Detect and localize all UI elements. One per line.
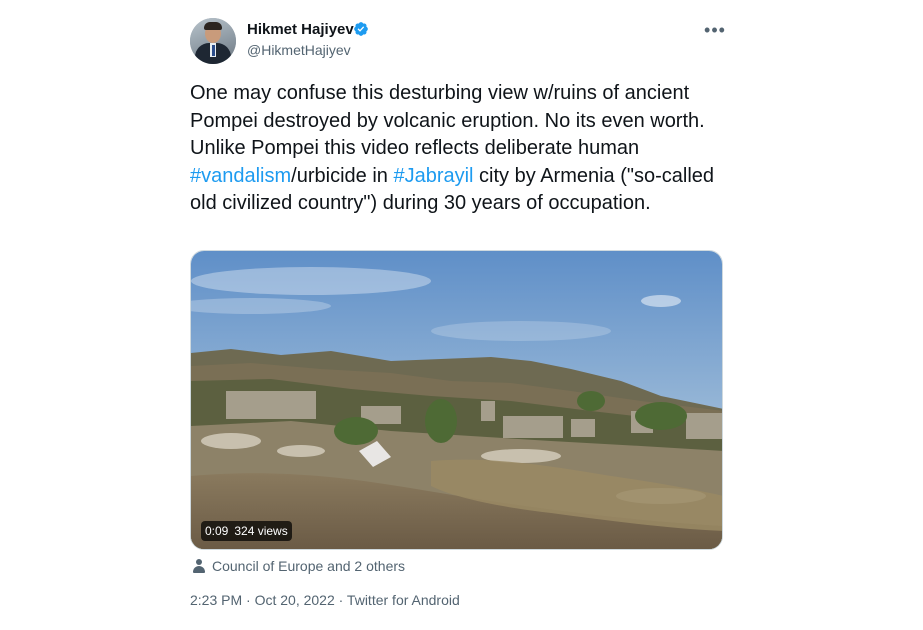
person-icon	[193, 559, 205, 573]
video-frame	[191, 251, 722, 549]
hashtag-link[interactable]: #Jabrayil	[393, 165, 473, 187]
tweet-text-part: One may confuse this desturbing view w/r…	[190, 82, 705, 159]
video-player[interactable]: 0:09 324 views	[190, 250, 723, 550]
tagged-users-label[interactable]: Council of Europe and 2 others	[212, 557, 405, 575]
hashtag-link[interactable]: #vandalism	[190, 165, 291, 187]
video-stats: 0:09 324 views	[201, 521, 292, 541]
more-icon[interactable]: •••	[703, 21, 727, 42]
author-name[interactable]: Hikmet Hajiyev	[247, 21, 354, 39]
tweet-text: One may confuse this desturbing view w/r…	[190, 80, 735, 218]
tagged-users[interactable]: Council of Europe and 2 others	[193, 557, 405, 575]
video-duration: 0:09	[205, 524, 229, 538]
tweet-text-part: /urbicide in	[291, 164, 394, 187]
video-views: 324 views	[234, 524, 288, 538]
avatar[interactable]	[190, 18, 236, 64]
tweet[interactable]: Hikmet Hajiyev @HikmetHajiyev ••• One ma…	[0, 0, 923, 630]
tweet-meta[interactable]: 2:23 PM · Oct 20, 2022 · Twitter for And…	[190, 591, 460, 609]
author-handle[interactable]: @HikmetHajiyev	[247, 41, 351, 59]
verified-badge-icon	[354, 22, 368, 36]
